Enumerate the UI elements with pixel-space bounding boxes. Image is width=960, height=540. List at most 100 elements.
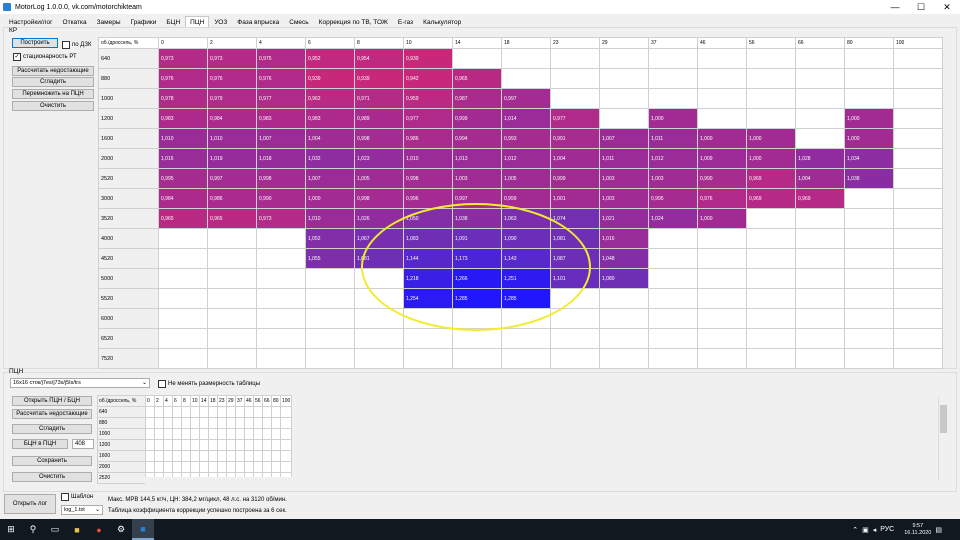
- ptsn-cell[interactable]: [163, 461, 173, 473]
- kp-cell[interactable]: 0,969: [746, 168, 796, 189]
- kp-cell[interactable]: 1,000: [305, 188, 355, 209]
- kp-cell[interactable]: [452, 308, 502, 329]
- bcn-to-ptsn-button[interactable]: БЦН в ПЦН: [12, 439, 68, 449]
- kp-cell[interactable]: [893, 308, 943, 329]
- kp-cell[interactable]: [795, 208, 845, 229]
- ptsn-cell[interactable]: [271, 428, 281, 440]
- kp-cell[interactable]: [893, 328, 943, 349]
- kp-cell[interactable]: 0,973: [207, 48, 257, 69]
- kp-cell[interactable]: [501, 48, 551, 69]
- ptsn-cell[interactable]: [226, 450, 236, 462]
- keep-size-box[interactable]: [158, 380, 166, 388]
- kp-cell[interactable]: [746, 328, 796, 349]
- ptsn-cell[interactable]: [217, 450, 227, 462]
- kp-cell[interactable]: 0,986: [207, 188, 257, 209]
- ptsn-cell[interactable]: [235, 461, 245, 473]
- ptsn-cell[interactable]: [262, 406, 272, 418]
- ptsn-cell[interactable]: [154, 406, 164, 418]
- kp-cell[interactable]: [893, 48, 943, 69]
- kp-cell[interactable]: [697, 68, 747, 89]
- ptsn-cell[interactable]: [279, 439, 293, 451]
- kp-cell[interactable]: 0,986: [403, 128, 453, 149]
- kp-cell[interactable]: 1,034: [844, 148, 894, 169]
- settings-icon[interactable]: ⚙: [110, 519, 132, 540]
- kp-cell[interactable]: [305, 328, 355, 349]
- kp-cell[interactable]: 0,978: [158, 88, 208, 109]
- kp-cell[interactable]: [648, 328, 698, 349]
- tab-4[interactable]: БЦН: [161, 16, 185, 27]
- ptsn-cell[interactable]: [181, 439, 191, 451]
- kp-cell[interactable]: [452, 328, 502, 349]
- tab-0[interactable]: Настройки/лог: [4, 16, 58, 27]
- ptsn-cell[interactable]: [181, 406, 191, 418]
- kp-cell[interactable]: [550, 48, 600, 69]
- ptsn-cell[interactable]: [190, 450, 200, 462]
- kp-cell[interactable]: [893, 208, 943, 229]
- tab-10[interactable]: E-газ: [393, 16, 418, 27]
- kp-cell[interactable]: [501, 348, 551, 369]
- ptsn-cell[interactable]: [181, 450, 191, 462]
- kp-cell[interactable]: 1,004: [795, 168, 845, 189]
- kp-cell[interactable]: [403, 308, 453, 329]
- kp-cell[interactable]: 0,973: [158, 48, 208, 69]
- kp-cell[interactable]: 1,000: [844, 128, 894, 149]
- kp-cell[interactable]: 0,999: [550, 168, 600, 189]
- clear-button[interactable]: Очистить: [12, 101, 94, 111]
- kp-cell[interactable]: [550, 308, 600, 329]
- kp-cell[interactable]: 1,052: [305, 228, 355, 249]
- kp-cell[interactable]: [207, 288, 257, 309]
- kp-cell[interactable]: [354, 348, 404, 369]
- ptsn-cell[interactable]: [262, 439, 272, 451]
- ptsn-cell[interactable]: [271, 450, 281, 462]
- kp-cell[interactable]: 0,997: [207, 168, 257, 189]
- kp-cell[interactable]: [550, 328, 600, 349]
- kp-cell[interactable]: 1,007: [256, 128, 306, 149]
- kp-cell[interactable]: [501, 328, 551, 349]
- kp-cell[interactable]: 1,016: [158, 148, 208, 169]
- kp-cell[interactable]: 1,000: [746, 128, 796, 149]
- ptsn-scrollbar-vertical[interactable]: [938, 397, 948, 481]
- ptsn-cell[interactable]: [172, 406, 182, 418]
- kp-cell[interactable]: [256, 348, 306, 369]
- ptsn-cell[interactable]: [154, 439, 164, 451]
- kp-cell[interactable]: [844, 248, 894, 269]
- kp-cell[interactable]: [697, 108, 747, 129]
- kp-cell[interactable]: 1,023: [354, 148, 404, 169]
- kp-cell[interactable]: 1,000: [844, 108, 894, 129]
- kp-cell[interactable]: [697, 48, 747, 69]
- kp-cell[interactable]: 1,004: [305, 128, 355, 149]
- ptsn-cell[interactable]: [279, 428, 293, 440]
- kp-cell[interactable]: [697, 348, 747, 369]
- chevron-up-icon[interactable]: ⌃: [852, 526, 858, 534]
- ptsn-cell[interactable]: [244, 417, 254, 429]
- kp-cell[interactable]: 0,998: [354, 188, 404, 209]
- ptsn-cell[interactable]: [279, 406, 293, 418]
- kp-cell[interactable]: [207, 308, 257, 329]
- kp-table[interactable]: об./дроссель, % 0 2 4 6 8 10 14 18 23 29 37 46 56 66 80…: [98, 37, 943, 369]
- kp-cell[interactable]: [697, 308, 747, 329]
- maximize-icon[interactable]: ☐: [908, 0, 934, 14]
- ptsn-cell[interactable]: [262, 417, 272, 429]
- kp-cell[interactable]: 1,285: [452, 288, 502, 309]
- kp-cell[interactable]: 1,101: [550, 268, 600, 289]
- tab-11[interactable]: Калькулятор: [418, 16, 466, 27]
- ptsn-cell[interactable]: [154, 428, 164, 440]
- ptsn-cell[interactable]: [208, 450, 218, 462]
- kp-cell[interactable]: 0,983: [256, 108, 306, 129]
- ptsn-smooth-button[interactable]: Сгладить: [12, 424, 92, 434]
- kp-cell[interactable]: 1,003: [648, 168, 698, 189]
- kp-cell[interactable]: [746, 88, 796, 109]
- kp-cell[interactable]: [403, 348, 453, 369]
- kp-cell[interactable]: [893, 148, 943, 169]
- kp-cell[interactable]: [158, 248, 208, 269]
- kp-cell[interactable]: [746, 208, 796, 229]
- kp-cell[interactable]: [648, 88, 698, 109]
- kp-cell[interactable]: 0,959: [403, 88, 453, 109]
- kp-cell[interactable]: 0,939: [354, 68, 404, 89]
- kp-cell[interactable]: 0,965: [452, 68, 502, 89]
- ptsn-cell[interactable]: [235, 406, 245, 418]
- ptsn-cell[interactable]: [145, 428, 155, 440]
- kp-cell[interactable]: 1,010: [207, 128, 257, 149]
- kp-cell[interactable]: 1,067: [354, 228, 404, 249]
- kp-cell[interactable]: 1,063: [501, 208, 551, 229]
